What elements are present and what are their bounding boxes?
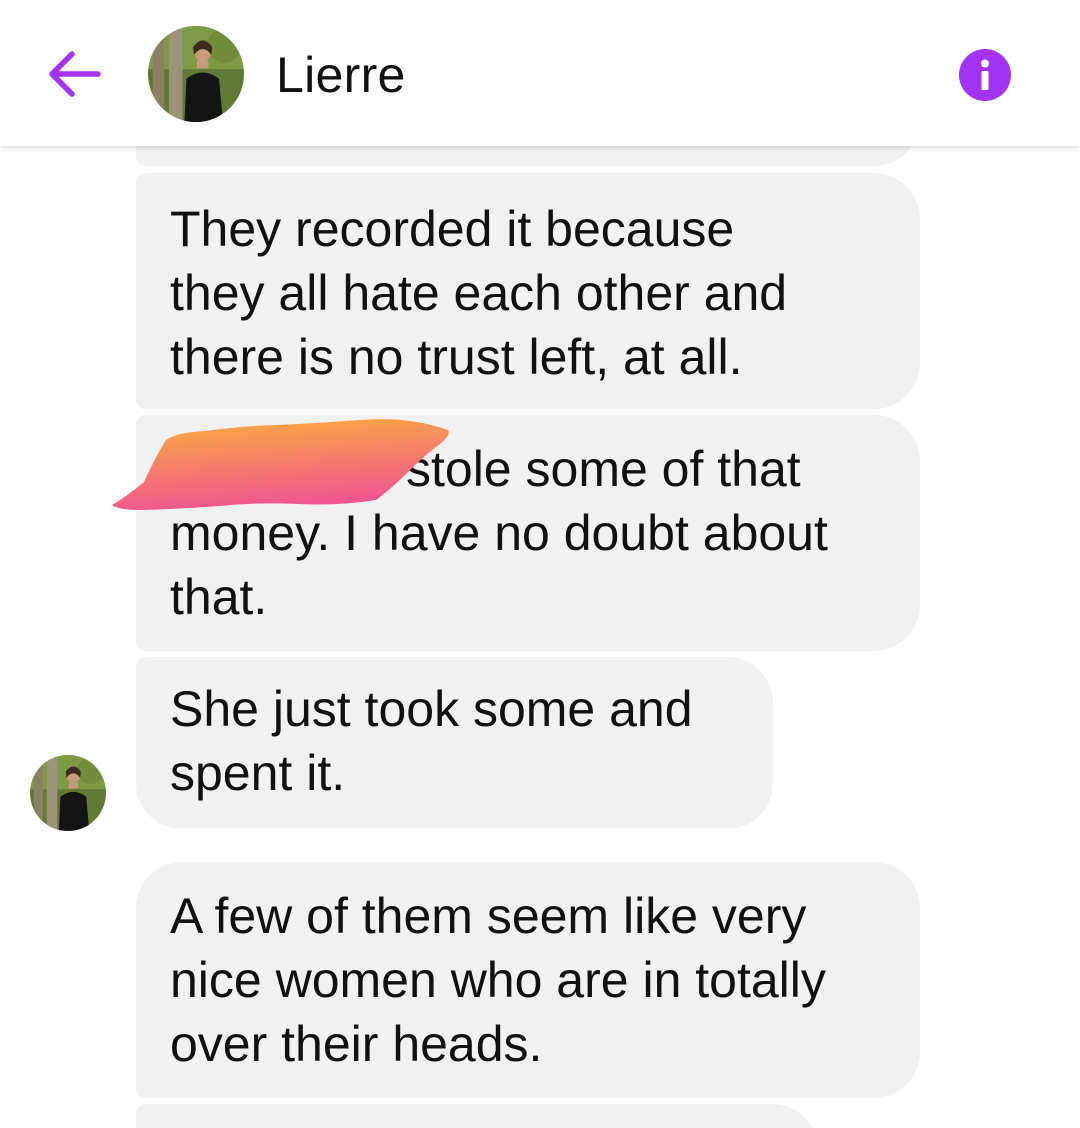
message-bubble[interactable]: stole some of that money. I have no doub… <box>136 415 920 651</box>
back-button[interactable] <box>44 48 104 100</box>
message-text: A few of them seem like very nice women … <box>170 888 826 1072</box>
arrow-left-icon <box>49 51 101 97</box>
message-text: They recorded it because they all hate e… <box>170 201 788 385</box>
message-bubble[interactable]: They recorded it because they all hate e… <box>136 173 920 409</box>
contact-name[interactable]: Lierre <box>276 46 406 104</box>
message-text-content: stole some of that money. I have no doub… <box>170 441 828 625</box>
message-bubble[interactable]: A few of them seem like very nice women … <box>136 862 920 1098</box>
profile-photo <box>148 26 244 122</box>
chat-header: Lierre <box>0 0 1080 146</box>
message-text: stole some of that money. I have no doub… <box>170 437 890 629</box>
sender-avatar[interactable] <box>30 755 106 831</box>
profile-photo <box>30 755 106 831</box>
chat-screen: Lierre They recorded it because they all… <box>0 0 1080 1128</box>
message-bubble-partial[interactable] <box>136 1104 818 1128</box>
message-bubble[interactable]: She just took some and spent it. <box>136 657 773 829</box>
message-text: She just took some and spent it. <box>170 681 693 801</box>
contact-avatar[interactable] <box>148 26 244 122</box>
info-icon <box>959 49 1011 101</box>
info-button[interactable] <box>958 48 1012 102</box>
